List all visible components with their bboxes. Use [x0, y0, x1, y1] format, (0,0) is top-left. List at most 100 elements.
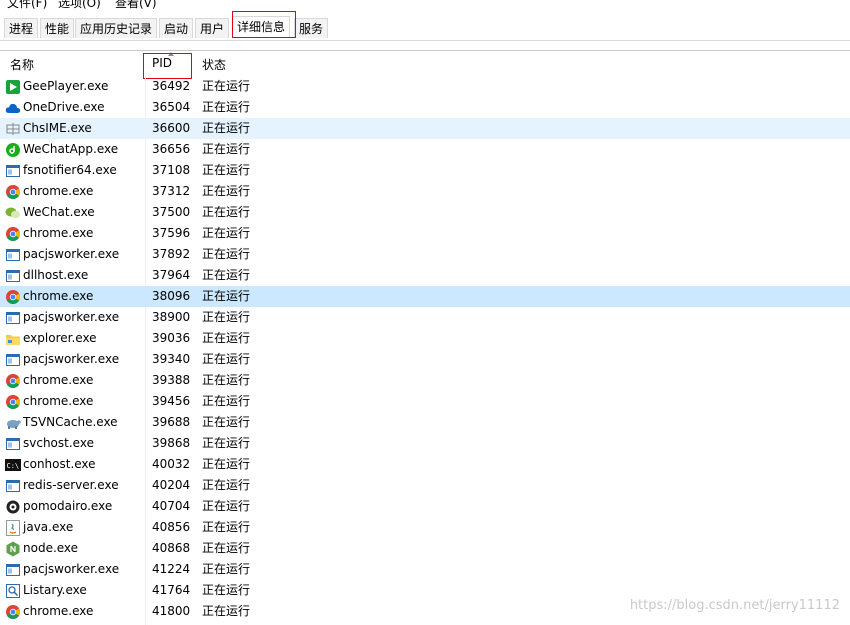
table-row[interactable]: svchost.exe 39868 正在运行 — [0, 433, 850, 454]
table-row[interactable]: pacjsworker.exe 38900 正在运行 — [0, 307, 850, 328]
window-icon — [5, 268, 21, 284]
table-row[interactable]: fsnotifier64.exe 37108 正在运行 — [0, 160, 850, 181]
chrome-icon — [5, 289, 21, 305]
process-pid: 39388 — [152, 373, 191, 387]
table-row[interactable]: java.exe 40856 正在运行 — [0, 517, 850, 538]
table-row[interactable]: chrome.exe 39388 正在运行 — [0, 370, 850, 391]
tab-users[interactable]: 用户 — [195, 18, 230, 38]
column-name[interactable]: 名称 — [10, 56, 34, 73]
process-pid: 36656 — [152, 142, 191, 156]
process-status: 正在运行 — [202, 205, 251, 219]
process-pid: 36600 — [152, 121, 191, 135]
window-icon — [5, 562, 21, 578]
window-icon — [5, 352, 21, 368]
tab-details[interactable]: 详细信息 — [232, 16, 291, 38]
table-row[interactable]: chrome.exe 38096 正在运行 — [0, 286, 850, 307]
process-status: 正在运行 — [202, 520, 251, 534]
process-status: 正在运行 — [202, 247, 251, 261]
process-name: explorer.exe — [23, 331, 97, 345]
process-pid: 36504 — [152, 100, 191, 114]
table-row[interactable]: pacjsworker.exe 41224 正在运行 — [0, 559, 850, 580]
table-row[interactable]: explorer.exe 39036 正在运行 — [0, 328, 850, 349]
process-name: pacjsworker.exe — [23, 247, 120, 261]
process-name: GeePlayer.exe — [23, 79, 109, 93]
process-status: 正在运行 — [202, 604, 251, 618]
process-pid: 40704 — [152, 499, 191, 513]
wechatapp-icon — [5, 142, 21, 158]
process-name: pacjsworker.exe — [23, 352, 120, 366]
process-status: 正在运行 — [202, 499, 251, 513]
process-name: conhost.exe — [23, 457, 96, 471]
process-status: 正在运行 — [202, 583, 251, 597]
process-name: OneDrive.exe — [23, 100, 105, 114]
process-pid: 41764 — [152, 583, 191, 597]
chrome-icon — [5, 184, 21, 200]
process-status: 正在运行 — [202, 352, 251, 366]
process-name: pomodairo.exe — [23, 499, 113, 513]
table-row[interactable]: ChsIME.exe 36600 正在运行 — [0, 118, 850, 139]
process-status: 正在运行 — [202, 121, 251, 135]
process-status: 正在运行 — [202, 163, 251, 177]
table-row[interactable]: redis-server.exe 40204 正在运行 — [0, 475, 850, 496]
separator — [0, 50, 850, 51]
process-name: TSVNCache.exe — [23, 415, 118, 429]
table-row[interactable]: C:\ conhost.exe 40032 正在运行 — [0, 454, 850, 475]
process-status: 正在运行 — [202, 142, 251, 156]
table-row[interactable]: chrome.exe 37312 正在运行 — [0, 181, 850, 202]
tab-startup[interactable]: 启动 — [159, 18, 194, 38]
column-status[interactable]: 状态 — [202, 56, 226, 73]
process-name: pacjsworker.exe — [23, 562, 120, 576]
ime-icon — [5, 121, 21, 137]
folder-icon — [5, 331, 21, 347]
table-row[interactable]: TSVNCache.exe 39688 正在运行 — [0, 412, 850, 433]
process-pid: 36492 — [152, 79, 191, 93]
menu-file[interactable]: 文件(F) — [7, 0, 47, 11]
table-row[interactable]: GeePlayer.exe 36492 正在运行 — [0, 76, 850, 97]
process-name: pacjsworker.exe — [23, 310, 120, 324]
table-row[interactable]: WeChatApp.exe 36656 正在运行 — [0, 139, 850, 160]
process-name: fsnotifier64.exe — [23, 163, 117, 177]
table-row[interactable]: dllhost.exe 37964 正在运行 — [0, 265, 850, 286]
column-header: 名称 PID 状态 — [0, 52, 850, 74]
process-pid: 41224 — [152, 562, 191, 576]
process-name: chrome.exe — [23, 373, 94, 387]
pomodairo-icon — [5, 499, 21, 515]
table-row[interactable]: chrome.exe 39456 正在运行 — [0, 391, 850, 412]
chrome-icon — [5, 226, 21, 242]
process-status: 正在运行 — [202, 268, 251, 282]
process-name: chrome.exe — [23, 394, 94, 408]
menu-options[interactable]: 选项(O) — [58, 0, 101, 11]
window-icon — [5, 436, 21, 452]
table-row[interactable]: pacjsworker.exe 39340 正在运行 — [0, 349, 850, 370]
menu-bar: 文件(F) 选项(O) 查看(V) — [0, 0, 850, 12]
table-row[interactable]: OneDrive.exe 36504 正在运行 — [0, 97, 850, 118]
table-row[interactable]: WeChat.exe 37500 正在运行 — [0, 202, 850, 223]
process-name: Listary.exe — [23, 583, 87, 597]
process-list: GeePlayer.exe 36492 正在运行 OneDrive.exe 36504 正… — [0, 76, 850, 622]
process-status: 正在运行 — [202, 562, 251, 576]
process-name: svchost.exe — [23, 436, 94, 450]
process-name: chrome.exe — [23, 604, 94, 618]
table-row[interactable]: chrome.exe 37596 正在运行 — [0, 223, 850, 244]
tab-services[interactable]: 服务 — [294, 18, 329, 38]
tab-processes[interactable]: 进程 — [4, 18, 39, 38]
tab-performance[interactable]: 性能 — [40, 18, 75, 38]
table-row[interactable]: node.exe 40868 正在运行 — [0, 538, 850, 559]
process-name: node.exe — [23, 541, 79, 555]
chrome-icon — [5, 373, 21, 389]
tab-app-history[interactable]: 应用历史记录 — [75, 18, 158, 38]
process-pid: 41800 — [152, 604, 191, 618]
process-pid: 37312 — [152, 184, 191, 198]
menu-view[interactable]: 查看(V) — [115, 0, 157, 11]
process-pid: 37964 — [152, 268, 191, 282]
process-name: WeChat.exe — [23, 205, 95, 219]
console-icon: C:\ — [5, 457, 21, 473]
column-pid[interactable]: PID — [152, 56, 172, 70]
process-pid: 40856 — [152, 520, 191, 534]
process-status: 正在运行 — [202, 184, 251, 198]
table-row[interactable]: pacjsworker.exe 37892 正在运行 — [0, 244, 850, 265]
table-row[interactable]: pomodairo.exe 40704 正在运行 — [0, 496, 850, 517]
svg-text:C:\: C:\ — [7, 462, 20, 470]
tortoise-icon — [5, 415, 21, 431]
process-pid: 40868 — [152, 541, 191, 555]
